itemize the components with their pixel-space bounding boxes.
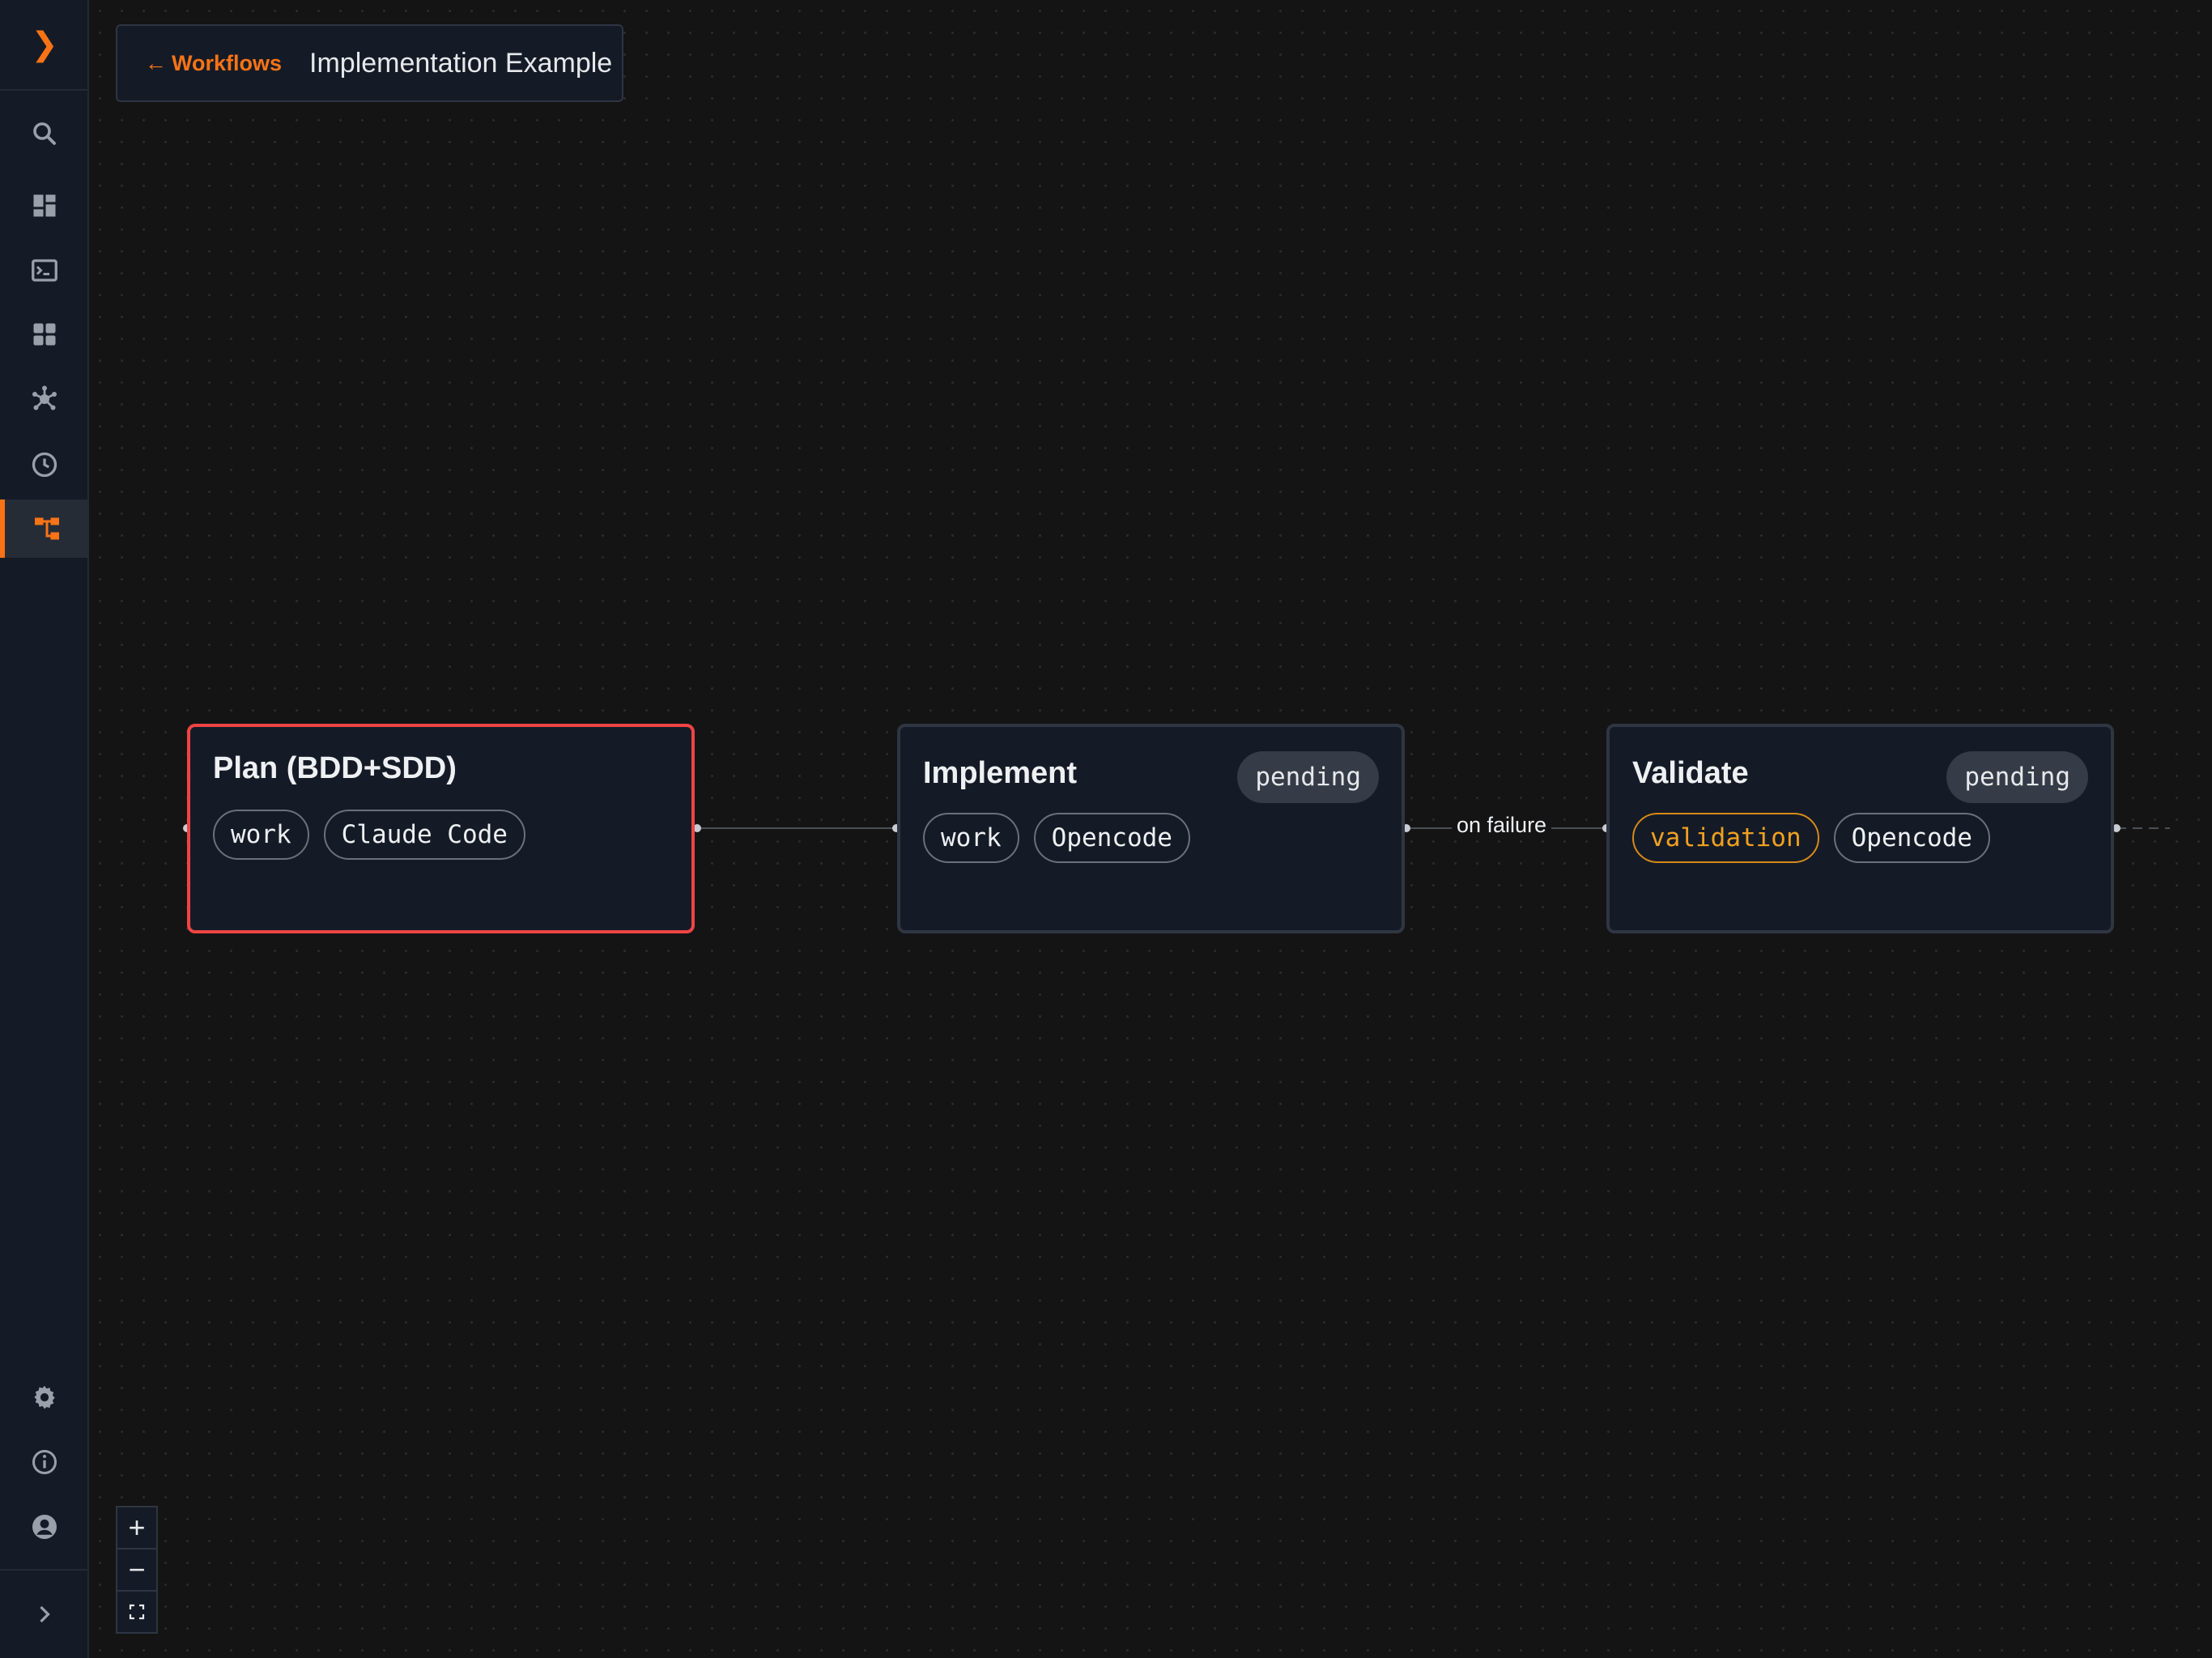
sidebar-item-workflows[interactable] <box>0 500 89 558</box>
workflow-node-validate[interactable]: Validate pending validation Opencode <box>1606 724 2114 933</box>
status-badge: pending <box>1237 751 1379 803</box>
sidebar-item-history[interactable] <box>0 436 89 494</box>
node-agent-tag: Claude Code <box>323 810 525 860</box>
sidebar-item-account[interactable] <box>0 1498 89 1556</box>
node-title: Validate <box>1632 756 1749 790</box>
node-agent-tag: Opencode <box>1033 813 1190 863</box>
back-link-label: Workflows <box>172 50 283 75</box>
arrow-left-icon: ← <box>145 50 167 75</box>
node-title: Plan (BDD+SDD) <box>213 751 457 785</box>
app-root: ❯ ← Workflows Implementation Example on … <box>0 0 2212 1658</box>
sidebar-item-terminal[interactable] <box>0 241 89 300</box>
node-tags: work Claude Code <box>213 810 525 860</box>
sidebar-collapse-toggle[interactable]: ❯ <box>0 0 89 91</box>
sidebar-divider <box>0 1569 89 1571</box>
dashboard-icon <box>33 194 56 217</box>
zoom-out-button[interactable]: − <box>117 1550 156 1592</box>
sidebar: ❯ <box>0 0 89 1658</box>
account-circle-icon <box>32 1515 57 1539</box>
node-title: Implement <box>923 756 1078 790</box>
fit-view-button[interactable] <box>117 1592 156 1632</box>
node-type-tag: work <box>213 810 309 860</box>
breadcrumb: ← Workflows Implementation Example <box>116 24 623 102</box>
info-icon <box>32 1450 57 1474</box>
node-agent-tag: Opencode <box>1833 813 1990 863</box>
sidebar-item-dashboard[interactable] <box>0 176 89 235</box>
page-title: Implementation Example <box>309 47 613 79</box>
sidebar-item-network[interactable] <box>0 370 89 428</box>
workflow-tree-icon <box>35 517 59 540</box>
network-hub-icon <box>32 385 57 410</box>
sidebar-item-settings[interactable] <box>0 1368 89 1426</box>
chevron-right-icon: ❯ <box>31 27 58 62</box>
chevron-right-icon <box>40 1605 50 1623</box>
fit-view-icon <box>129 1604 145 1620</box>
workflow-node-plan[interactable]: Plan (BDD+SDD) work Claude Code <box>187 724 695 933</box>
sidebar-item-info[interactable] <box>0 1433 89 1491</box>
zoom-in-button[interactable]: + <box>117 1507 156 1550</box>
node-tags: validation Opencode <box>1632 813 1990 863</box>
clock-history-icon <box>32 452 57 478</box>
node-tags: work Opencode <box>923 813 1190 863</box>
node-type-tag: work <box>923 813 1019 863</box>
sidebar-item-apps[interactable] <box>0 305 89 363</box>
node-type-tag: validation <box>1632 813 1819 863</box>
edge-label[interactable]: on failure <box>1452 813 1552 838</box>
apps-grid-icon <box>33 323 56 346</box>
status-badge: pending <box>1946 751 2088 803</box>
gear-icon <box>34 1385 55 1409</box>
back-to-workflows-link[interactable]: ← Workflows <box>145 51 282 76</box>
terminal-icon <box>32 259 57 282</box>
workflow-node-implement[interactable]: Implement pending work Opencode <box>897 724 1405 933</box>
search-icon <box>33 122 56 145</box>
sidebar-expand-toggle[interactable] <box>0 1585 89 1643</box>
zoom-controls: + − <box>116 1506 158 1634</box>
sidebar-item-search[interactable] <box>0 104 89 163</box>
